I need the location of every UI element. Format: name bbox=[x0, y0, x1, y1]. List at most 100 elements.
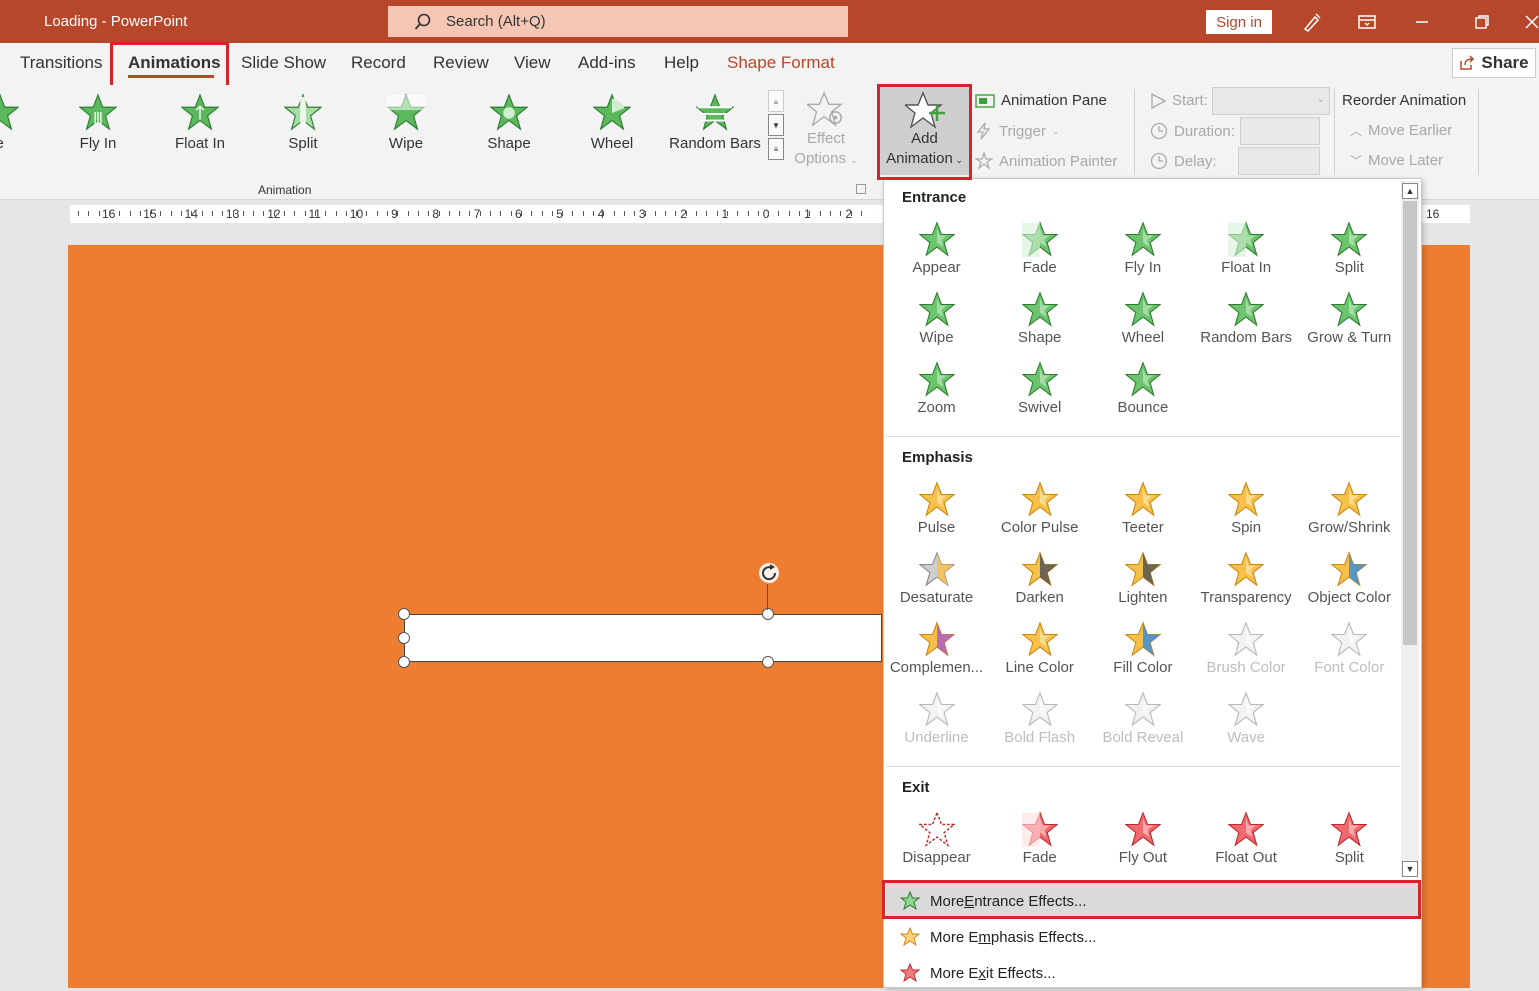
effect-line-color[interactable]: Line Color bbox=[988, 621, 1091, 676]
effect-fade[interactable]: Fade bbox=[988, 811, 1091, 866]
move-later-button[interactable]: ﹀ Move Later bbox=[1350, 152, 1443, 169]
tab-slide-show[interactable]: Slide Show bbox=[241, 53, 326, 73]
effect-fill-color[interactable]: Fill Color bbox=[1091, 621, 1194, 676]
shape-star-icon bbox=[490, 93, 528, 131]
effect-wheel[interactable]: Wheel bbox=[1091, 291, 1194, 346]
gallery-scroll-up[interactable]: ▲ bbox=[768, 90, 784, 112]
tab-review[interactable]: Review bbox=[433, 53, 489, 73]
delay-input[interactable] bbox=[1238, 147, 1320, 175]
share-label: Share bbox=[1481, 53, 1529, 72]
effect-fly-out[interactable]: Fly Out bbox=[1091, 811, 1194, 866]
resize-handle[interactable] bbox=[762, 608, 774, 620]
selected-text-box[interactable] bbox=[404, 614, 882, 662]
tab-animations[interactable]: Animations bbox=[128, 53, 221, 73]
fade-star-icon bbox=[988, 811, 1091, 847]
resize-handle[interactable] bbox=[398, 608, 410, 620]
effect-desaturate[interactable]: Desaturate bbox=[885, 551, 988, 606]
ruler-tick-mark bbox=[232, 211, 234, 216]
gallery-item-split[interactable]: Split bbox=[253, 93, 353, 152]
tab-add-ins[interactable]: Add-ins bbox=[578, 53, 636, 73]
add-animation-label-1: Add bbox=[911, 130, 938, 147]
effect-label: Zoom bbox=[917, 399, 956, 416]
start-dropdown[interactable]: ⌄ bbox=[1212, 87, 1330, 115]
effect-zoom[interactable]: Zoom bbox=[885, 361, 988, 416]
scroll-up-arrow[interactable]: ▲ bbox=[1402, 183, 1418, 199]
effect-spin[interactable]: Spin bbox=[1195, 481, 1298, 536]
restore-icon[interactable] bbox=[1470, 10, 1494, 34]
effect-split[interactable]: Split bbox=[1298, 221, 1401, 276]
tab-record[interactable]: Record bbox=[351, 53, 406, 73]
section-title-emphasis: Emphasis bbox=[902, 449, 973, 466]
rotate-handle-icon[interactable] bbox=[757, 561, 781, 590]
sign-in-button[interactable]: Sign in bbox=[1206, 10, 1272, 34]
effect-teeter[interactable]: Teeter bbox=[1091, 481, 1194, 536]
dialog-launcher-icon[interactable] bbox=[856, 184, 866, 194]
effect-complemen[interactable]: Complemen... bbox=[885, 621, 988, 676]
effect-grow-turn[interactable]: Grow & Turn bbox=[1298, 291, 1401, 346]
ribbon-display-icon[interactable] bbox=[1355, 10, 1379, 34]
more-emphasis-effects[interactable]: More Em phasis Effects... bbox=[886, 919, 1419, 955]
dropdown-scrollbar[interactable]: ▲ ▼ bbox=[1401, 181, 1419, 877]
tab-view[interactable]: View bbox=[514, 53, 551, 73]
effect-float-in[interactable]: Float In bbox=[1195, 221, 1298, 276]
effect-float-out[interactable]: Float Out bbox=[1195, 811, 1298, 866]
gallery-scroll-down[interactable]: ▼ bbox=[768, 114, 784, 136]
add-animation-button[interactable]: Add Animation ⌄ bbox=[880, 87, 969, 175]
effect-darken[interactable]: Darken bbox=[988, 551, 1091, 606]
effect-fly-in[interactable]: Fly In bbox=[1091, 221, 1194, 276]
gallery-item-wheel[interactable]: Wheel bbox=[562, 93, 662, 152]
trigger-button[interactable]: Trigger ⌄ bbox=[975, 122, 1060, 140]
resize-handle[interactable] bbox=[398, 632, 410, 644]
tab-help[interactable]: Help bbox=[664, 53, 699, 73]
effect-color-pulse[interactable]: Color Pulse bbox=[988, 481, 1091, 536]
effect-split[interactable]: Split bbox=[1298, 811, 1401, 866]
scroll-thumb[interactable] bbox=[1403, 201, 1417, 645]
effect-bold-flash: Bold Flash bbox=[988, 691, 1091, 746]
effect-appear[interactable]: Appear bbox=[885, 221, 988, 276]
effect-object-color[interactable]: Object Color bbox=[1298, 551, 1401, 606]
effect-transparency[interactable]: Transparency bbox=[1195, 551, 1298, 606]
gallery-more-button[interactable]: ≡ bbox=[768, 138, 784, 160]
minimize-icon[interactable] bbox=[1410, 10, 1434, 34]
effect-wipe[interactable]: Wipe bbox=[885, 291, 988, 346]
resize-handle[interactable] bbox=[762, 656, 774, 668]
close-icon[interactable] bbox=[1525, 10, 1539, 34]
effect-pulse[interactable]: Pulse bbox=[885, 481, 988, 536]
move-earlier-button[interactable]: ︿ Move Earlier bbox=[1350, 122, 1452, 139]
gallery-item-shape[interactable]: Shape bbox=[459, 93, 559, 152]
effect-grow-shrink[interactable]: Grow/Shrink bbox=[1298, 481, 1401, 536]
effect-label: Spin bbox=[1231, 519, 1262, 536]
effect-label: Float In bbox=[1221, 259, 1272, 276]
effect-swivel[interactable]: Swivel bbox=[988, 361, 1091, 416]
tab-shape-format[interactable]: Shape Format bbox=[727, 53, 835, 73]
more-entrance-effects[interactable]: More Entrance Effects... bbox=[886, 883, 1419, 919]
more-exit-effects[interactable]: More Ex it Effects... bbox=[886, 955, 1419, 991]
animation-painter-button[interactable]: Animation Painter bbox=[975, 152, 1117, 170]
share-icon bbox=[1460, 55, 1475, 70]
effect-random-bars[interactable]: Random Bars bbox=[1195, 291, 1298, 346]
effect-fade[interactable]: Fade bbox=[988, 221, 1091, 276]
tab-transitions[interactable]: Transitions bbox=[20, 53, 103, 73]
spin-star-icon bbox=[1195, 481, 1298, 517]
effect-label: Fly Out bbox=[1118, 849, 1168, 866]
search-box[interactable]: Search (Alt+Q) bbox=[388, 6, 848, 37]
duration-input[interactable] bbox=[1240, 117, 1320, 145]
effect-options-icon bbox=[807, 91, 844, 127]
designer-pen-icon[interactable] bbox=[1300, 10, 1324, 34]
scroll-down-arrow[interactable]: ▼ bbox=[1402, 861, 1418, 877]
ruler-tick-mark bbox=[531, 211, 533, 216]
effect-disappear[interactable]: Disappear bbox=[885, 811, 988, 866]
gallery-item-random-bars[interactable]: Random Bars bbox=[665, 93, 765, 152]
gallery-item-fly-in[interactable]: Fly In bbox=[48, 93, 148, 152]
gallery-item-float-in[interactable]: Float In bbox=[150, 93, 250, 152]
effect-shape[interactable]: Shape bbox=[988, 291, 1091, 346]
gallery-item-fade[interactable]: le bbox=[0, 93, 50, 152]
effect-bounce[interactable]: Bounce bbox=[1091, 361, 1194, 416]
effect-lighten[interactable]: Lighten bbox=[1091, 551, 1194, 606]
gallery-item-wipe[interactable]: Wipe bbox=[356, 93, 456, 152]
share-button[interactable]: Share bbox=[1452, 48, 1536, 78]
resize-handle[interactable] bbox=[398, 656, 410, 668]
fly-in-star-icon bbox=[1091, 221, 1194, 257]
effect-options-button[interactable]: Effect Options ⌄ bbox=[790, 91, 862, 170]
animation-pane-button[interactable]: Animation Pane bbox=[975, 92, 1107, 109]
